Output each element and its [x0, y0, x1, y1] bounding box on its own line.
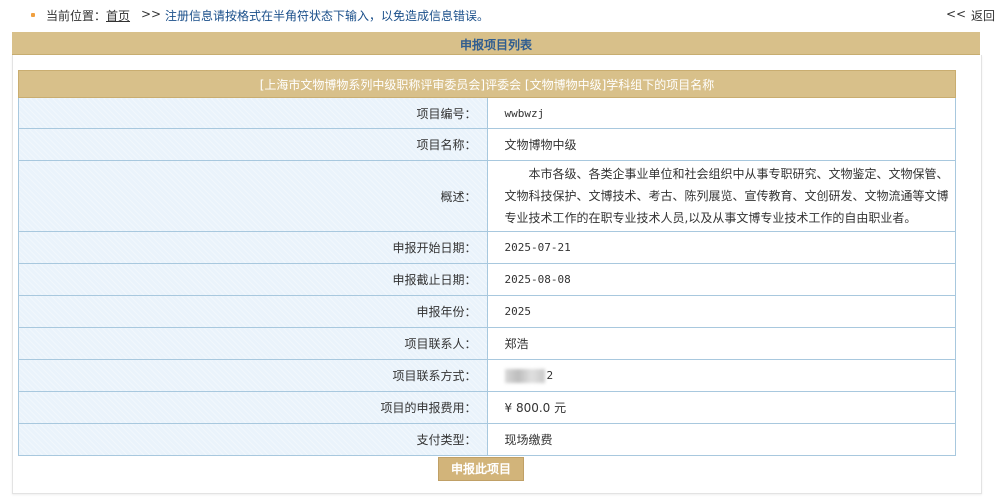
breadcrumb-label: 当前位置： — [46, 9, 107, 23]
table-row: 概述： 本市各级、各类企事业单位和社会组织中从事专职研究、文物鉴定、文物保管、文… — [18, 160, 956, 232]
breadcrumb-home-link[interactable]: 首页 — [106, 7, 130, 24]
table-row: 项目联系人： 郑浩 — [18, 327, 956, 360]
start-date-value: 2025-07-21 — [486, 231, 956, 264]
start-date-label: 申报开始日期： — [18, 231, 488, 264]
panel-header: 申报项目列表 — [12, 32, 980, 55]
input-format-notice: 注册信息请按格式在半角符状态下输入，以免造成信息错误。 — [165, 9, 490, 23]
contact-method-label: 项目联系方式： — [18, 359, 488, 392]
top-bar: 当前位置： 首页 >> 注册信息请按格式在半角符状态下输入，以免造成信息错误。 … — [0, 0, 1002, 30]
overview-label: 概述： — [18, 160, 488, 232]
contact-person-label: 项目联系人： — [18, 327, 488, 360]
back-link[interactable]: 返回 — [971, 7, 995, 24]
redacted-blur — [504, 368, 545, 383]
payment-type-label: 支付类型： — [18, 423, 488, 456]
project-id-label: 项目编号： — [18, 97, 488, 129]
project-name-label: 项目名称： — [18, 128, 488, 161]
breadcrumb-separator: >> — [141, 7, 162, 21]
table-row: 申报开始日期： 2025-07-21 — [18, 231, 956, 264]
contact-person-value: 郑浩 — [486, 327, 956, 360]
end-date-value: 2025-08-08 — [486, 263, 956, 296]
project-id-value: wwbwzj — [486, 97, 956, 129]
project-info-table: [上海市文物博物系列中级职称评审委员会]评委会 [文物博物中级]学科组下的项目名… — [18, 70, 956, 456]
apply-project-button[interactable]: 申报此项目 — [438, 457, 524, 481]
end-date-label: 申报截止日期： — [18, 263, 488, 296]
table-header-row: [上海市文物博物系列中级职称评审委员会]评委会 [文物博物中级]学科组下的项目名… — [18, 70, 956, 98]
bullet-icon — [31, 13, 35, 17]
table-row: 项目名称： 文物博物中级 — [18, 128, 956, 161]
table-row: 项目的申报费用： ¥ 800.0 元 — [18, 391, 956, 424]
table-row: 项目联系方式： 2 — [18, 359, 956, 392]
overview-value: 本市各级、各类企事业单位和社会组织中从事专职研究、文物鉴定、文物保管、文物科技保… — [486, 160, 956, 232]
contact-method-cell: 2 — [486, 359, 956, 392]
table-row: 支付类型： 现场缴费 — [18, 423, 956, 456]
year-label: 申报年份： — [18, 295, 488, 328]
year-value: 2025 — [486, 295, 956, 328]
payment-type-value: 现场缴费 — [486, 423, 956, 456]
panel-title: 申报项目列表 — [459, 38, 532, 52]
fee-label: 项目的申报费用： — [18, 391, 488, 424]
table-row: 申报截止日期： 2025-08-08 — [18, 263, 956, 296]
project-name-value: 文物博物中级 — [486, 128, 956, 161]
table-row: 申报年份： 2025 — [18, 295, 956, 328]
fee-value: ¥ 800.0 元 — [486, 391, 956, 424]
table-header: [上海市文物博物系列中级职称评审委员会]评委会 [文物博物中级]学科组下的项目名… — [18, 70, 956, 98]
back-arrow-icon[interactable]: << — [946, 7, 966, 21]
table-row: 项目编号： wwbwzj — [18, 97, 956, 129]
contact-method-value: 2 — [546, 368, 554, 382]
